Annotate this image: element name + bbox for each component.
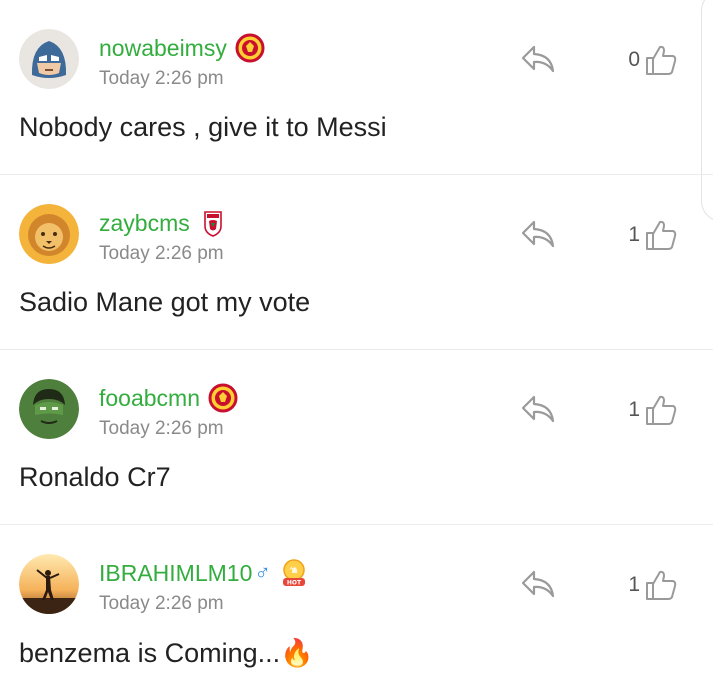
comment-item: fooabcmn Today 2:26 pm 1 Ronaldo Cr7 [0,350,713,525]
comment-item: nowabeimsy Today 2:26 pm 0 Nobody cares … [0,0,713,175]
timestamp: Today 2:26 pm [99,243,224,264]
username[interactable]: zaybcms [99,210,190,237]
comment-text: benzema is Coming...🔥 [19,637,314,669]
thumbs-up-icon[interactable] [644,218,678,252]
fire-emoji-icon: 🔥 [280,638,314,668]
username[interactable]: fooabcmn [99,385,200,412]
comment-text-content: benzema is Coming... [19,638,281,668]
reply-icon[interactable] [520,218,556,250]
thumbs-up-icon[interactable] [644,43,678,77]
timestamp: Today 2:26 pm [99,593,224,614]
user-avatar[interactable] [19,204,79,264]
comment-text: Sadio Mane got my vote [19,287,311,317]
comment-item: zaybcms Today 2:26 pm 1 Sadio Mane got m… [0,175,713,350]
team-badge-icon [235,33,265,63]
comment-text: Nobody cares , give it to Messi [19,112,387,142]
reply-icon[interactable] [520,393,556,425]
user-avatar[interactable] [19,29,79,89]
user-avatar[interactable] [19,554,79,614]
thumbs-up-icon[interactable] [644,393,678,427]
thumbs-up-icon[interactable] [644,568,678,602]
like-count: 1 [628,573,640,596]
timestamp: Today 2:26 pm [99,68,224,89]
hot-medal-icon: HOT [279,558,309,588]
male-gender-icon: ♂ [254,560,271,585]
team-badge-icon [208,383,238,413]
username[interactable]: nowabeimsy [99,35,227,62]
username[interactable]: IBRAHIMLM10 [99,560,252,587]
svg-text:HOT: HOT [287,580,302,587]
like-count: 1 [628,223,640,246]
team-badge-icon [198,208,228,238]
reply-icon[interactable] [520,568,556,600]
like-count: 1 [628,398,640,421]
timestamp: Today 2:26 pm [99,418,224,439]
comment-text: Ronaldo Cr7 [19,462,171,492]
like-count: 0 [628,48,640,71]
user-avatar[interactable] [19,379,79,439]
reply-icon[interactable] [520,43,556,75]
